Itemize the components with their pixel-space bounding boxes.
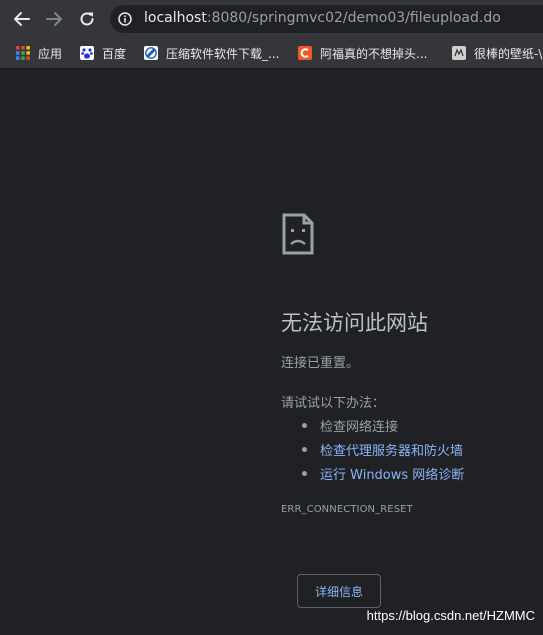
bookmark-apps[interactable]: 应用 [16, 44, 62, 62]
suggestion-run-diagnostics[interactable]: 运行 Windows 网络诊断 [302, 464, 464, 483]
browser-toolbar: localhost:8080/springmvc02/demo03/fileup… [0, 0, 543, 38]
bullet [302, 447, 307, 452]
reload-button[interactable] [77, 9, 97, 29]
bookmark-compress-software[interactable]: 压缩软件软件下载_... [144, 44, 279, 62]
error-title: 无法访问此网站 [281, 311, 428, 335]
error-code: ERR_CONNECTION_RESET [281, 504, 413, 515]
error-page: 无法访问此网站 连接已重置。 请试试以下办法： 检查网络连接 检查代理服务器和防… [0, 69, 543, 635]
bookmark-label: 很棒的壁纸-\ [474, 46, 543, 61]
suggestions-heading: 请试试以下办法： [281, 396, 386, 411]
compress-software-icon [144, 46, 158, 60]
info-icon[interactable] [118, 12, 132, 26]
suggestion-check-network: 检查网络连接 [302, 416, 398, 435]
bookmark-baidu[interactable]: 百度 [80, 44, 126, 62]
url-text[interactable]: localhost:8080/springmvc02/demo03/fileup… [144, 10, 501, 26]
bookmark-csdn[interactable]: 阿福真的不想掉头... [298, 44, 427, 62]
watermark-text: https://blog.csdn.net/HZMMC [366, 608, 535, 623]
address-bar[interactable]: localhost:8080/springmvc02/demo03/fileup… [110, 5, 543, 33]
bookmark-label: 阿福真的不想掉头... [320, 46, 428, 61]
bookmark-label: 应用 [38, 46, 63, 61]
apps-grid-icon [16, 46, 30, 60]
bullet [302, 471, 307, 476]
wallpaper-site-icon [452, 46, 466, 60]
suggestion-check-proxy-firewall[interactable]: 检查代理服务器和防火墙 [302, 440, 463, 459]
csdn-c-icon [298, 46, 312, 60]
bookmark-label: 压缩软件软件下载_... [166, 46, 280, 61]
bookmark-label: 百度 [102, 46, 127, 61]
back-arrow-icon [14, 12, 30, 26]
back-button[interactable] [12, 9, 32, 29]
reload-icon [80, 12, 94, 26]
check-proxy-firewall-link[interactable]: 检查代理服务器和防火墙 [320, 440, 463, 459]
url-path: :8080/springmvc02/demo03/fileupload.do [206, 10, 501, 26]
run-network-diagnostics-link[interactable]: 运行 Windows 网络诊断 [320, 464, 464, 483]
error-description: 连接已重置。 [281, 356, 360, 371]
sad-document-icon [282, 213, 314, 255]
baidu-paw-icon [80, 46, 94, 60]
suggestion-text: 检查网络连接 [320, 420, 399, 435]
bookmarks-bar: 应用 百度 压缩软件软件下载_... 阿福真的不想掉头... 很棒的壁纸-\ [0, 38, 543, 69]
bullet [302, 423, 307, 428]
details-button[interactable]: 详细信息 [297, 574, 381, 608]
url-host: localhost [144, 10, 207, 26]
forward-button[interactable] [44, 9, 64, 29]
bookmark-wallpaper[interactable]: 很棒的壁纸-\ [452, 44, 542, 62]
forward-arrow-icon [46, 12, 62, 26]
